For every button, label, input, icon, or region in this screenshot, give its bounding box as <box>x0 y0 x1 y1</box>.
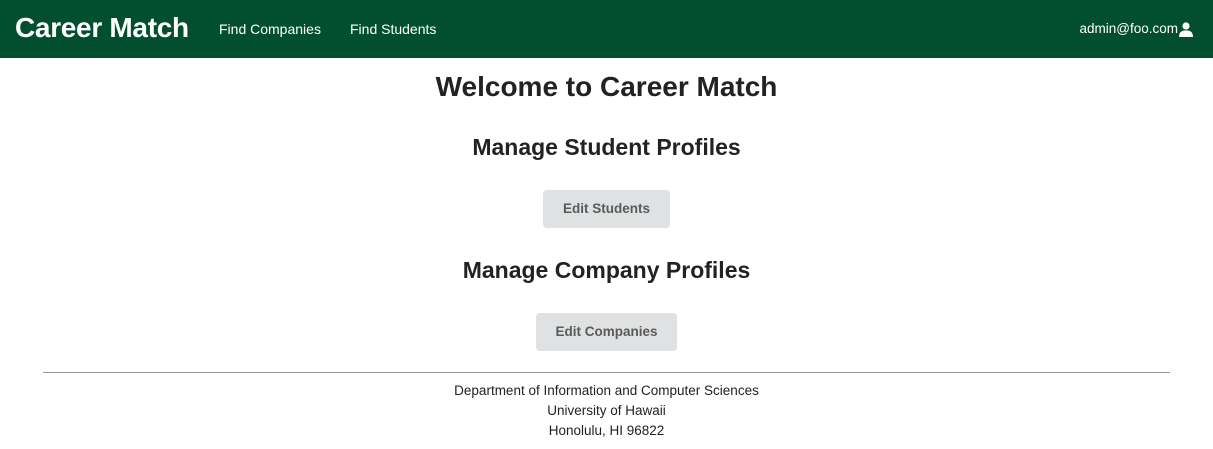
footer-department: Department of Information and Computer S… <box>454 383 759 398</box>
brand-logo-link[interactable]: Career Match <box>15 11 189 45</box>
nav-find-students[interactable]: Find Students <box>350 19 436 39</box>
top-navbar: Career Match Find Companies Find Student… <box>0 0 1213 58</box>
nav-find-companies[interactable]: Find Companies <box>219 19 321 39</box>
user-email: admin@foo.com <box>1079 21 1179 36</box>
edit-students-button[interactable]: Edit Students <box>543 190 670 228</box>
footer-university: University of Hawaii <box>547 403 666 418</box>
page-title: Welcome to Career Match <box>435 71 778 102</box>
manage-students-heading: Manage Student Profiles <box>472 134 741 160</box>
user-icon <box>1179 21 1193 37</box>
user-menu[interactable]: admin@foo.com <box>1079 19 1193 39</box>
footer-divider <box>43 372 1170 373</box>
edit-companies-button[interactable]: Edit Companies <box>536 313 677 351</box>
footer-address: Honolulu, HI 96822 <box>548 423 665 438</box>
footer: Department of Information and Computer S… <box>0 381 1213 441</box>
manage-companies-heading: Manage Company Profiles <box>462 257 751 283</box>
